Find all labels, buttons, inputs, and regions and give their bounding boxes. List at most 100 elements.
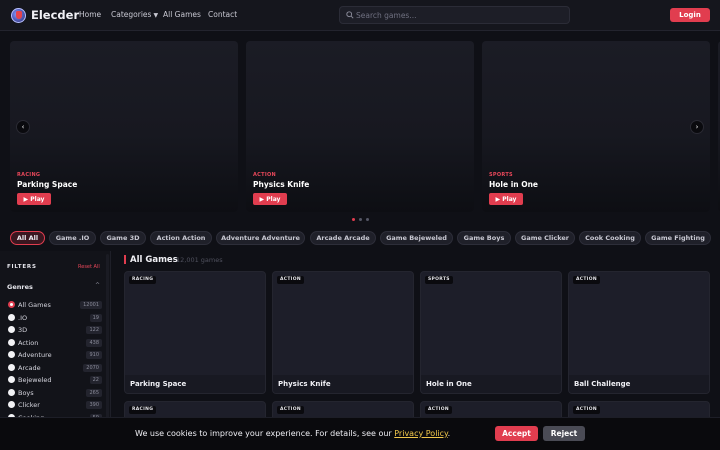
nav-categories-label: Categories (111, 10, 152, 19)
carousel-dot[interactable] (359, 218, 362, 221)
radio-icon (8, 338, 15, 346)
game-title: Physics Knife (278, 380, 331, 388)
radio-icon (8, 388, 15, 396)
genre-option-clicker[interactable]: Clicker 390 (8, 400, 102, 410)
card-footer: Ball Challenge (569, 375, 709, 393)
genres-title[interactable]: Genres (7, 283, 33, 291)
game-title: Parking Space (130, 380, 187, 388)
search-input[interactable] (356, 7, 566, 23)
search-icon (346, 11, 354, 19)
radio-icon (8, 326, 15, 333)
slide-category: ACTION (253, 172, 277, 178)
game-category-badge: ACTION (425, 406, 452, 414)
genre-label: All Games (18, 301, 51, 309)
game-category-badge: RACING (129, 276, 157, 284)
privacy-policy-link[interactable]: Privacy Policy (394, 429, 447, 438)
carousel-prev-icon[interactable]: ‹ (16, 120, 30, 134)
section-accent-bar (124, 255, 126, 264)
game-card[interactable]: ACTION Ball Challenge (568, 271, 710, 394)
genre-count: 22 (89, 376, 102, 384)
slide-play-button[interactable]: ▶ Play (17, 193, 51, 205)
chip-fighting[interactable]: Game Fighting (645, 231, 711, 245)
genre-option-3d[interactable]: 3D 122 (8, 325, 102, 335)
genre-count: 19 (89, 313, 102, 322)
genre-count: 438 (86, 338, 102, 347)
slide-play-button[interactable]: ▶ Play (489, 193, 523, 205)
search-box (339, 6, 570, 24)
radio-icon (8, 351, 15, 358)
slide-category: RACING (17, 172, 41, 178)
chevron-up-icon[interactable]: ^ (95, 282, 100, 289)
genre-option-adventure[interactable]: Adventure 910 (8, 350, 102, 360)
reset-all-link[interactable]: Reset All (78, 264, 100, 270)
radio-icon (8, 376, 15, 383)
accept-cookies-button[interactable]: Accept (495, 426, 538, 441)
genre-label: Clicker (18, 401, 40, 409)
game-card[interactable]: SPORTS Hole in One (420, 271, 562, 394)
carousel-next-icon[interactable]: › (690, 120, 704, 134)
cookie-text-end: . (447, 429, 451, 438)
genre-label: Adventure (18, 351, 52, 359)
slide-title: Hole in One (489, 180, 539, 189)
genre-count: 12001 (80, 301, 102, 309)
slide-play-button[interactable]: ▶ Play (253, 193, 287, 205)
brand-name[interactable]: Elecder (31, 8, 79, 22)
cookie-banner: We use cookies to improve your experienc… (0, 417, 720, 450)
carousel-dot[interactable] (366, 218, 369, 221)
genre-option-io[interactable]: .IO 19 (8, 313, 102, 323)
chip-clicker[interactable]: Game Clicker (515, 231, 575, 245)
radio-icon (8, 363, 15, 371)
chip-adventure[interactable]: Adventure Adventure (216, 231, 305, 245)
play-label: Play (502, 195, 517, 203)
play-label: Play (30, 195, 45, 203)
chip-action[interactable]: Action Action (150, 231, 212, 245)
game-category-badge: SPORTS (425, 276, 453, 284)
login-button[interactable]: Login (670, 8, 710, 22)
genre-label: Arcade (18, 363, 41, 372)
card-footer: Parking Space (125, 375, 265, 393)
chip-boys[interactable]: Game Boys (457, 231, 511, 245)
game-category-badge: ACTION (277, 406, 304, 414)
nav-home-link[interactable]: Home (79, 10, 101, 19)
top-navbar: Elecder Home Categories ▼ All Games Conta… (0, 0, 720, 31)
genre-count: 265 (86, 388, 102, 397)
game-title: Hole in One (426, 380, 472, 388)
carousel-slide[interactable]: RACING Parking Space ▶ Play (10, 41, 238, 212)
chip-arcade[interactable]: Arcade Arcade (310, 231, 376, 245)
radio-icon (8, 401, 15, 408)
genre-count: 910 (86, 351, 102, 359)
game-category-badge: RACING (129, 406, 157, 414)
carousel-dot-active[interactable] (352, 218, 355, 221)
nav-contact-link[interactable]: Contact (208, 10, 237, 19)
filters-title: FILTERS (7, 264, 37, 270)
chip-all[interactable]: All All (10, 231, 45, 245)
genre-count: 122 (86, 326, 102, 334)
nav-categories-dropdown[interactable]: Categories ▼ (111, 10, 158, 19)
carousel-slide[interactable]: SPORTS Hole in One ▶ Play (482, 41, 710, 212)
brand-logo-icon[interactable] (11, 8, 26, 23)
genre-label: .IO (18, 313, 28, 322)
game-title: Ball Challenge (574, 380, 631, 388)
genre-option-all[interactable]: All Games 12001 (8, 300, 102, 310)
genre-option-arcade[interactable]: Arcade 2070 (8, 363, 102, 373)
cookie-message: We use cookies to improve your experienc… (135, 429, 450, 438)
play-label: Play (266, 195, 281, 203)
genre-option-action[interactable]: Action 438 (8, 338, 102, 348)
genre-count: 390 (86, 401, 102, 409)
carousel-slide[interactable]: ACTION Physics Knife ▶ Play (246, 41, 474, 212)
card-footer: Physics Knife (273, 375, 413, 393)
chip-3d[interactable]: Game 3D (100, 231, 146, 245)
game-category-badge: ACTION (573, 406, 600, 414)
chip-cooking[interactable]: Cook Cooking (579, 231, 641, 245)
genre-option-bejeweled[interactable]: Bejeweled 22 (8, 375, 102, 385)
genre-option-boys[interactable]: Boys 265 (8, 388, 102, 398)
genre-label: Action (18, 338, 39, 347)
reject-cookies-button[interactable]: Reject (543, 426, 585, 441)
game-card[interactable]: RACING Parking Space (124, 271, 266, 394)
chip-io[interactable]: Game .IO (49, 231, 96, 245)
nav-all-games-link[interactable]: All Games (163, 10, 201, 19)
game-card[interactable]: ACTION Physics Knife (272, 271, 414, 394)
genre-label: Bejeweled (18, 376, 52, 384)
chip-bejeweled[interactable]: Game Bejeweled (380, 231, 453, 245)
game-category-badge: ACTION (277, 276, 304, 284)
